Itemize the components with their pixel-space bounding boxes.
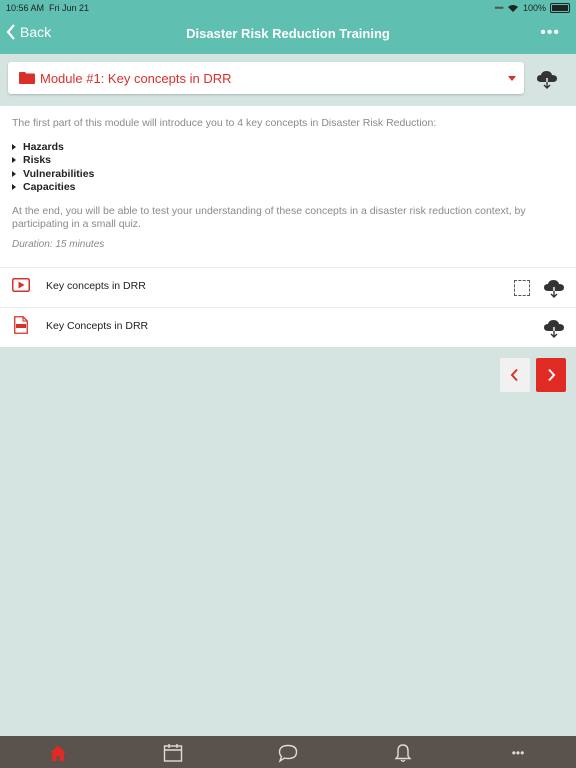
chat-icon[interactable]: [278, 743, 298, 763]
item-label: Key Concepts in DRR: [46, 320, 149, 332]
list-item: Capacities: [12, 181, 94, 195]
calendar-icon[interactable]: [163, 743, 183, 763]
status-time: 10:56 AM: [6, 3, 45, 13]
battery-icon: [550, 3, 570, 13]
concept-list: Hazards Risks Vulnerabilities Capacities: [12, 140, 94, 194]
item-label: Key concepts in DRR: [46, 280, 146, 292]
status-date: Fri Jun 21: [49, 3, 90, 13]
module-content: The first part of this module will intro…: [0, 106, 576, 347]
list-item-video[interactable]: Key concepts in DRR: [0, 267, 576, 308]
duration-text: Duration: 15 minutes: [12, 239, 105, 250]
play-video-icon: [12, 278, 30, 292]
module-selector-row: Module #1: Key concepts in DRR: [0, 54, 576, 106]
cloud-download-icon[interactable]: [543, 278, 565, 300]
more-icon: •••: [511, 746, 525, 760]
list-item: Hazards: [12, 140, 94, 154]
intro-text: The first part of this module will intro…: [12, 117, 437, 129]
chevron-left-icon: [510, 368, 518, 382]
cloud-download-icon[interactable]: [536, 68, 558, 90]
selection-checkbox[interactable]: [514, 280, 530, 296]
battery-percent: 100%: [522, 3, 546, 13]
tab-bar: •••: [0, 736, 576, 768]
wifi-icon: [507, 4, 518, 12]
folder-icon: [19, 72, 35, 84]
status-right: •••• 100%: [494, 3, 570, 13]
cloud-download-icon[interactable]: [543, 318, 565, 340]
more-tab[interactable]: •••: [508, 743, 528, 763]
more-icon: •••: [540, 24, 560, 41]
page-title: Disaster Risk Reduction Training: [186, 26, 390, 41]
module-dropdown[interactable]: Module #1: Key concepts in DRR: [8, 62, 524, 94]
list-item: Vulnerabilities: [12, 167, 94, 181]
previous-button[interactable]: [500, 358, 530, 392]
chevron-right-icon: [548, 368, 556, 382]
next-button[interactable]: [536, 358, 566, 392]
outro-text: At the end, you will be able to test you…: [12, 205, 526, 230]
module-dropdown-label: Module #1: Key concepts in DRR: [40, 71, 232, 86]
list-item-pdf[interactable]: Key Concepts in DRR: [0, 307, 576, 348]
bell-icon[interactable]: [393, 743, 413, 763]
more-menu-button[interactable]: •••: [540, 24, 560, 42]
pdf-icon: [14, 316, 28, 334]
list-item: Risks: [12, 154, 94, 168]
chevron-down-icon: [508, 76, 516, 81]
signal-dots-icon: ••••: [494, 3, 504, 13]
top-bar: 10:56 AM Fri Jun 21 •••• 100% Back Disas…: [0, 0, 576, 54]
home-icon[interactable]: [48, 743, 68, 763]
status-time-date: 10:56 AM Fri Jun 21: [6, 3, 89, 13]
